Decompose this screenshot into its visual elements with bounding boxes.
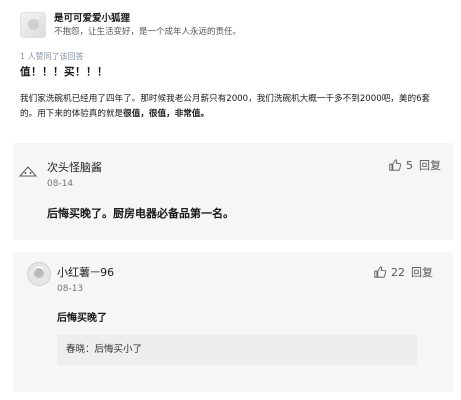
vote-count: 1 人赞同了该回答: [20, 52, 84, 61]
comment-actions: 22 回复: [373, 264, 433, 280]
comment-actions: 5 回复: [388, 157, 441, 173]
comment-text: 后悔买晚了: [57, 313, 107, 324]
sub-reply[interactable]: 春晓：后悔买小了: [57, 335, 417, 365]
avatar[interactable]: [20, 12, 46, 38]
avatar[interactable]: [19, 165, 37, 177]
comment-date: 08-14: [47, 179, 74, 189]
comment-item: 小红薯ㅡ96 08-13 后悔买晚了 22 回复 春晓：后悔买小了: [13, 252, 453, 392]
thumbs-up-icon[interactable]: [373, 265, 387, 279]
avatar[interactable]: [27, 262, 51, 286]
author-meta: 是可可爱爱小狐狸 不抱怨，让生活变好，是一个成年人永远的责任。: [54, 12, 241, 39]
answer-card: 是可可爱爱小狐狸 不抱怨，让生活变好，是一个成年人永远的责任。 1 人赞同了该回…: [0, 0, 461, 138]
answer-title: 值！！！买！！！: [20, 66, 108, 78]
like-count: 5: [406, 158, 413, 172]
comment-text: 后悔买晚了。厨房电器必备品第一名。: [47, 207, 234, 220]
reply-button[interactable]: 回复: [411, 264, 433, 280]
like-count: 22: [391, 265, 405, 279]
thumbs-up-icon[interactable]: [388, 158, 402, 172]
reply-button[interactable]: 回复: [419, 157, 441, 173]
answer-body-text: 我们家洗碗机已经用了四年了。那时候我老公月薪只有2000，我们洗碗机大概一千多不…: [20, 94, 431, 119]
comment-author[interactable]: 次头怪脑酱: [47, 159, 102, 175]
comment-author[interactable]: 小红薯ㅡ96: [57, 264, 114, 280]
author-bio: 不抱怨，让生活变好，是一个成年人永远的责任。: [54, 27, 242, 37]
answer-author-row: 是可可爱爱小狐狸 不抱怨，让生活变好，是一个成年人永远的责任。: [20, 12, 241, 39]
comment-item: 次头怪脑酱 08-14 后悔买晚了。厨房电器必备品第一名。 5 回复: [13, 143, 453, 240]
answer-body: 我们家洗碗机已经用了四年了。那时候我老公月薪只有2000，我们洗碗机大概一千多不…: [20, 92, 445, 122]
comment-date: 08-13: [57, 284, 84, 294]
author-name[interactable]: 是可可爱爱小狐狸: [54, 12, 241, 25]
answer-body-emphasis: 很值，很值，非常值。: [123, 109, 210, 119]
